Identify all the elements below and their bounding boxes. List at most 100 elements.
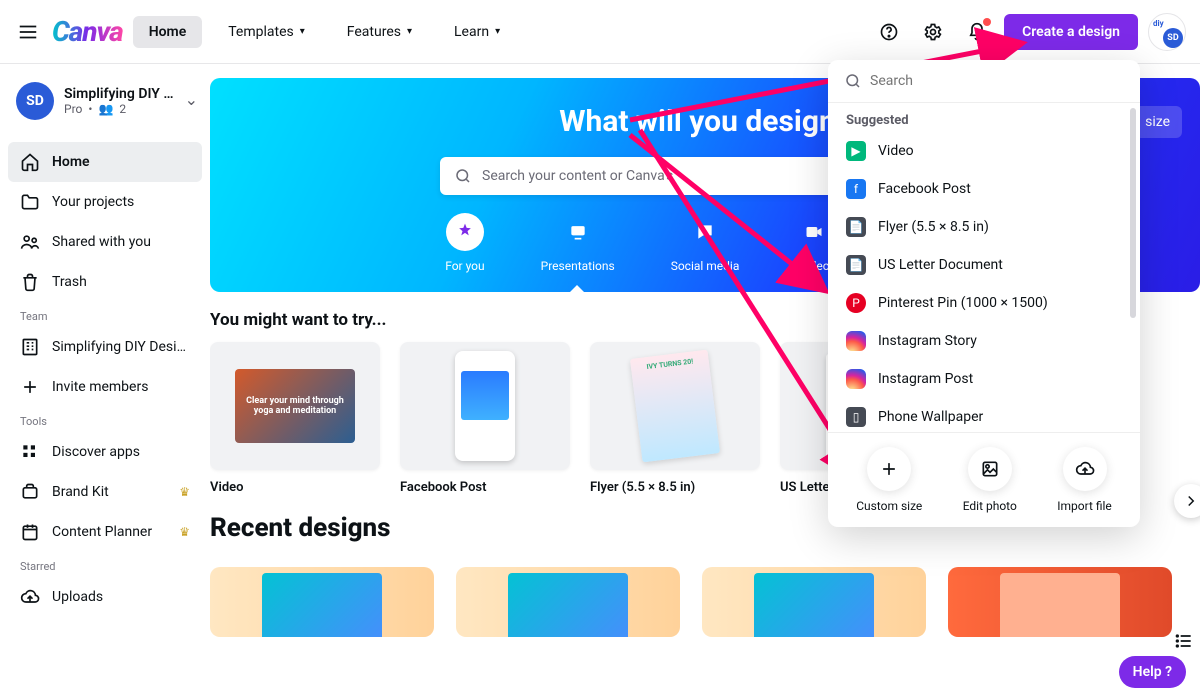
dd-item-video[interactable]: ▶ Video [828, 132, 1140, 170]
hero-tab-foryou[interactable]: For you [445, 213, 484, 281]
dd-item-flyer[interactable]: 📄 Flyer (5.5 × 8.5 in) [828, 208, 1140, 246]
avatar-initials: SD [1163, 28, 1183, 48]
hero-tab-presentations[interactable]: Presentations [541, 213, 615, 281]
crown-icon: ♛ [179, 485, 190, 499]
dd-custom-size[interactable]: Custom size [856, 447, 922, 513]
sidebar-item-label: Uploads [52, 589, 103, 605]
sidebar-shared[interactable]: Shared with you [8, 222, 202, 262]
chevron-down-icon: ⌄ [185, 90, 198, 109]
crown-icon: ♛ [179, 525, 190, 539]
view-toggle-icon[interactable] [1174, 631, 1194, 655]
hero-search-placeholder: Search your content or Canva's [482, 168, 673, 184]
dd-item-label: Instagram Story [878, 333, 977, 349]
sidebar: SD Simplifying DIY De... Pro•👥2 ⌄ Home Y… [0, 64, 210, 700]
recent-design-card[interactable] [210, 567, 434, 637]
dd-item-igpost[interactable]: Instagram Post [828, 360, 1140, 398]
sidebar-planner[interactable]: Content Planner ♛ [8, 512, 202, 552]
sidebar-item-label: Trash [52, 274, 87, 290]
account-avatar[interactable]: diy SD [1148, 13, 1186, 51]
topbar: Canva Home Templates▾ Features ▾ Learn▾ C… [0, 0, 1200, 64]
help-icon[interactable] [872, 15, 906, 49]
dd-item-fbpost[interactable]: f Facebook Post [828, 170, 1140, 208]
try-card-fbpost[interactable]: Facebook Post [400, 342, 570, 495]
nav-features[interactable]: Features ▾ [331, 16, 428, 48]
dd-import-file[interactable]: Import file [1057, 447, 1112, 513]
try-card-flyer[interactable]: IVY TURNS 20!Flyer (5.5 × 8.5 in) [590, 342, 760, 495]
create-design-dropdown: Suggested ▶Video fFacebook Post 📄Flyer (… [828, 60, 1140, 527]
nav-templates[interactable]: Templates▾ [212, 16, 321, 48]
nav-features-label: Features [347, 24, 401, 40]
dd-item-label: Phone Wallpaper [878, 409, 983, 425]
dd-edit-photo[interactable]: Edit photo [963, 447, 1017, 513]
dropdown-search[interactable] [828, 60, 1140, 103]
recent-design-card[interactable] [456, 567, 680, 637]
menu-icon[interactable] [14, 18, 42, 46]
instagram-icon [846, 369, 866, 389]
dd-item-usletter[interactable]: 📄 US Letter Document [828, 246, 1140, 284]
sidebar-projects[interactable]: Your projects [8, 182, 202, 222]
recent-design-card[interactable] [948, 567, 1172, 637]
sidebar-item-label: Shared with you [52, 234, 151, 250]
pinterest-icon: P [846, 293, 866, 313]
bell-icon[interactable] [960, 15, 994, 49]
sidebar-team-label: Team [8, 302, 202, 327]
sidebar-home[interactable]: Home [8, 142, 202, 182]
chevron-down-icon: ▾ [407, 26, 412, 37]
active-tab-indicator [569, 285, 585, 293]
dd-item-label: Pinterest Pin (1000 × 1500) [878, 295, 1048, 311]
dd-item-label: Instagram Post [878, 371, 973, 387]
team-switcher[interactable]: SD Simplifying DIY De... Pro•👥2 ⌄ [8, 76, 202, 126]
sidebar-tools-label: Tools [8, 407, 202, 432]
recent-title: Recent designs [210, 513, 391, 543]
carousel-next-button[interactable] [1174, 484, 1200, 518]
hero-tab-label: Social media [671, 259, 740, 273]
dd-item-pinterest[interactable]: P Pinterest Pin (1000 × 1500) [828, 284, 1140, 322]
search-icon [454, 167, 472, 185]
sidebar-team-item[interactable]: Simplifying DIY Design's t... [8, 327, 202, 367]
nav-learn[interactable]: Learn▾ [438, 16, 516, 48]
sidebar-trash[interactable]: Trash [8, 262, 202, 302]
sidebar-discover[interactable]: Discover apps [8, 432, 202, 472]
sidebar-invite[interactable]: Invite members [8, 367, 202, 407]
flyer-icon: 📄 [846, 217, 866, 237]
dd-item-igstory[interactable]: Instagram Story [828, 322, 1140, 360]
sidebar-item-label: Home [52, 154, 90, 170]
sidebar-item-label: Content Planner [52, 524, 152, 540]
sidebar-brandkit[interactable]: Brand Kit ♛ [8, 472, 202, 512]
hero-tab-social[interactable]: Social media [671, 213, 740, 281]
dropdown-search-input[interactable] [870, 73, 1124, 89]
dd-item-label: Facebook Post [878, 181, 971, 197]
nav-home[interactable]: Home [133, 16, 203, 48]
dd-item-label: US Letter Document [878, 257, 1003, 273]
facebook-icon: f [846, 179, 866, 199]
dd-footer-label: Edit photo [963, 499, 1017, 513]
card-label: Flyer (5.5 × 8.5 in) [590, 480, 760, 495]
create-design-button[interactable]: Create a design [1004, 14, 1138, 50]
sidebar-item-label: Simplifying DIY Design's t... [52, 339, 190, 355]
hero-tab-label: Video [799, 259, 830, 273]
phone-icon: ▯ [846, 407, 866, 427]
recent-design-card[interactable] [702, 567, 926, 637]
sidebar-starred-label: Starred [8, 552, 202, 577]
canva-logo[interactable]: Canva [52, 15, 123, 48]
dd-item-label: Video [878, 143, 914, 159]
sidebar-uploads[interactable]: Uploads [8, 577, 202, 617]
dd-item-phonewall[interactable]: ▯ Phone Wallpaper [828, 398, 1140, 432]
chevron-down-icon: ▾ [300, 26, 305, 37]
help-button[interactable]: Help ? [1119, 656, 1186, 688]
card-label: Facebook Post [400, 480, 570, 495]
gear-icon[interactable] [916, 15, 950, 49]
video-icon: ▶ [846, 141, 866, 161]
try-card-video[interactable]: Clear your mind through yoga and meditat… [210, 342, 380, 495]
dropdown-scrollbar[interactable] [1130, 108, 1136, 318]
dd-footer-label: Import file [1057, 499, 1112, 513]
sidebar-item-label: Brand Kit [52, 484, 109, 500]
team-avatar: SD [16, 82, 54, 120]
sidebar-item-label: Invite members [52, 379, 148, 395]
recent-designs-row [210, 567, 1200, 637]
document-icon: 📄 [846, 255, 866, 275]
dd-item-label: Flyer (5.5 × 8.5 in) [878, 219, 989, 235]
dropdown-list: ▶ Video f Facebook Post 📄 Flyer (5.5 × 8.5 … [828, 132, 1140, 432]
notification-dot [983, 18, 991, 26]
team-plan: Pro•👥2 [64, 102, 174, 116]
